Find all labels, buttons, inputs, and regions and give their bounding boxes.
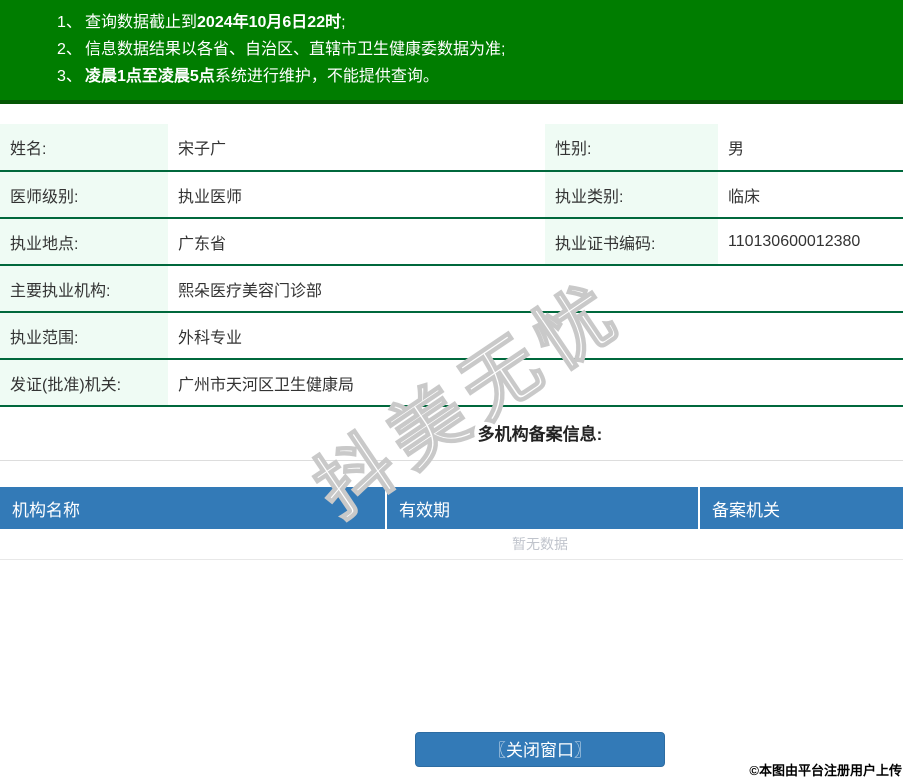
page: 1、 查询数据截止到2024年10月6日22时; 2、 信息数据结果以各省、自治… (0, 0, 903, 780)
column-header-filing-authority: 备案机关 (699, 487, 903, 529)
field-value-certificate-number: 110130600012380 (718, 218, 903, 265)
table-row: 执业范围: 外科专业 (0, 312, 903, 359)
table-row: 主要执业机构: 熙朵医疗美容门诊部 (0, 265, 903, 312)
filing-table: 机构名称 有效期 备案机关 暂无数据 (0, 487, 903, 560)
field-value-issuing-authority: 广州市天河区卫生健康局 (168, 359, 903, 406)
notice-line-1: 1、 查询数据截止到2024年10月6日22时; (0, 9, 903, 36)
notice-number: 1、 (57, 9, 85, 36)
credit-text: ©本图由平台注册用户上传 (749, 760, 902, 779)
notice-text: 信息数据结果以各省、自治区、直辖市卫生健康委数据为准; (85, 36, 505, 63)
field-label-practice-category: 执业类别: (545, 171, 718, 218)
table-row: 执业地点: 广东省 执业证书编码: 110130600012380 (0, 218, 903, 265)
field-value-practice-location: 广东省 (168, 218, 545, 265)
field-label-practice-scope: 执业范围: (0, 312, 168, 359)
table-row: 姓名: 宋子广 性别: 男 (0, 124, 903, 171)
filing-empty-row: 暂无数据 (0, 529, 903, 559)
notice-text: 凌晨1点至凌晨5点系统进行维护，不能提供查询。 (85, 63, 439, 90)
field-value-doctor-level: 执业医师 (168, 171, 545, 218)
column-header-institution-name: 机构名称 (0, 487, 386, 529)
notice-number: 2、 (57, 36, 85, 63)
doctor-info-table: 姓名: 宋子广 性别: 男 医师级别: 执业医师 执业类别: 临床 执业地点: … (0, 124, 903, 407)
field-label-certificate-number: 执业证书编码: (545, 218, 718, 265)
field-label-main-institution: 主要执业机构: (0, 265, 168, 312)
field-label-practice-location: 执业地点: (0, 218, 168, 265)
close-window-button[interactable]: 〖关闭窗口〗 (415, 732, 665, 767)
field-value-practice-scope: 外科专业 (168, 312, 903, 359)
table-row: 发证(批准)机关: 广州市天河区卫生健康局 (0, 359, 903, 406)
field-value-gender: 男 (718, 124, 903, 171)
notice-line-2: 2、 信息数据结果以各省、自治区、直辖市卫生健康委数据为准; (0, 36, 903, 63)
notice-text: 查询数据截止到2024年10月6日22时; (85, 9, 346, 36)
filing-section-title: 多机构备案信息: (0, 423, 903, 447)
column-header-validity-period: 有效期 (386, 487, 699, 529)
field-label-gender: 性别: (545, 124, 718, 171)
field-value-name: 宋子广 (168, 124, 545, 171)
notice-banner: 1、 查询数据截止到2024年10月6日22时; 2、 信息数据结果以各省、自治… (0, 0, 903, 104)
notice-line-3: 3、 凌晨1点至凌晨5点系统进行维护，不能提供查询。 (0, 63, 903, 90)
filing-header-row: 机构名称 有效期 备案机关 (0, 487, 903, 529)
field-value-main-institution: 熙朵医疗美容门诊部 (168, 265, 903, 312)
divider (0, 460, 903, 461)
field-label-doctor-level: 医师级别: (0, 171, 168, 218)
field-label-issuing-authority: 发证(批准)机关: (0, 359, 168, 406)
field-label-name: 姓名: (0, 124, 168, 171)
notice-number: 3、 (57, 63, 85, 90)
content-container: 1、 查询数据截止到2024年10月6日22时; 2、 信息数据结果以各省、自治… (0, 0, 903, 767)
no-data-text: 暂无数据 (0, 529, 903, 559)
table-row: 医师级别: 执业医师 执业类别: 临床 (0, 171, 903, 218)
field-value-practice-category: 临床 (718, 171, 903, 218)
